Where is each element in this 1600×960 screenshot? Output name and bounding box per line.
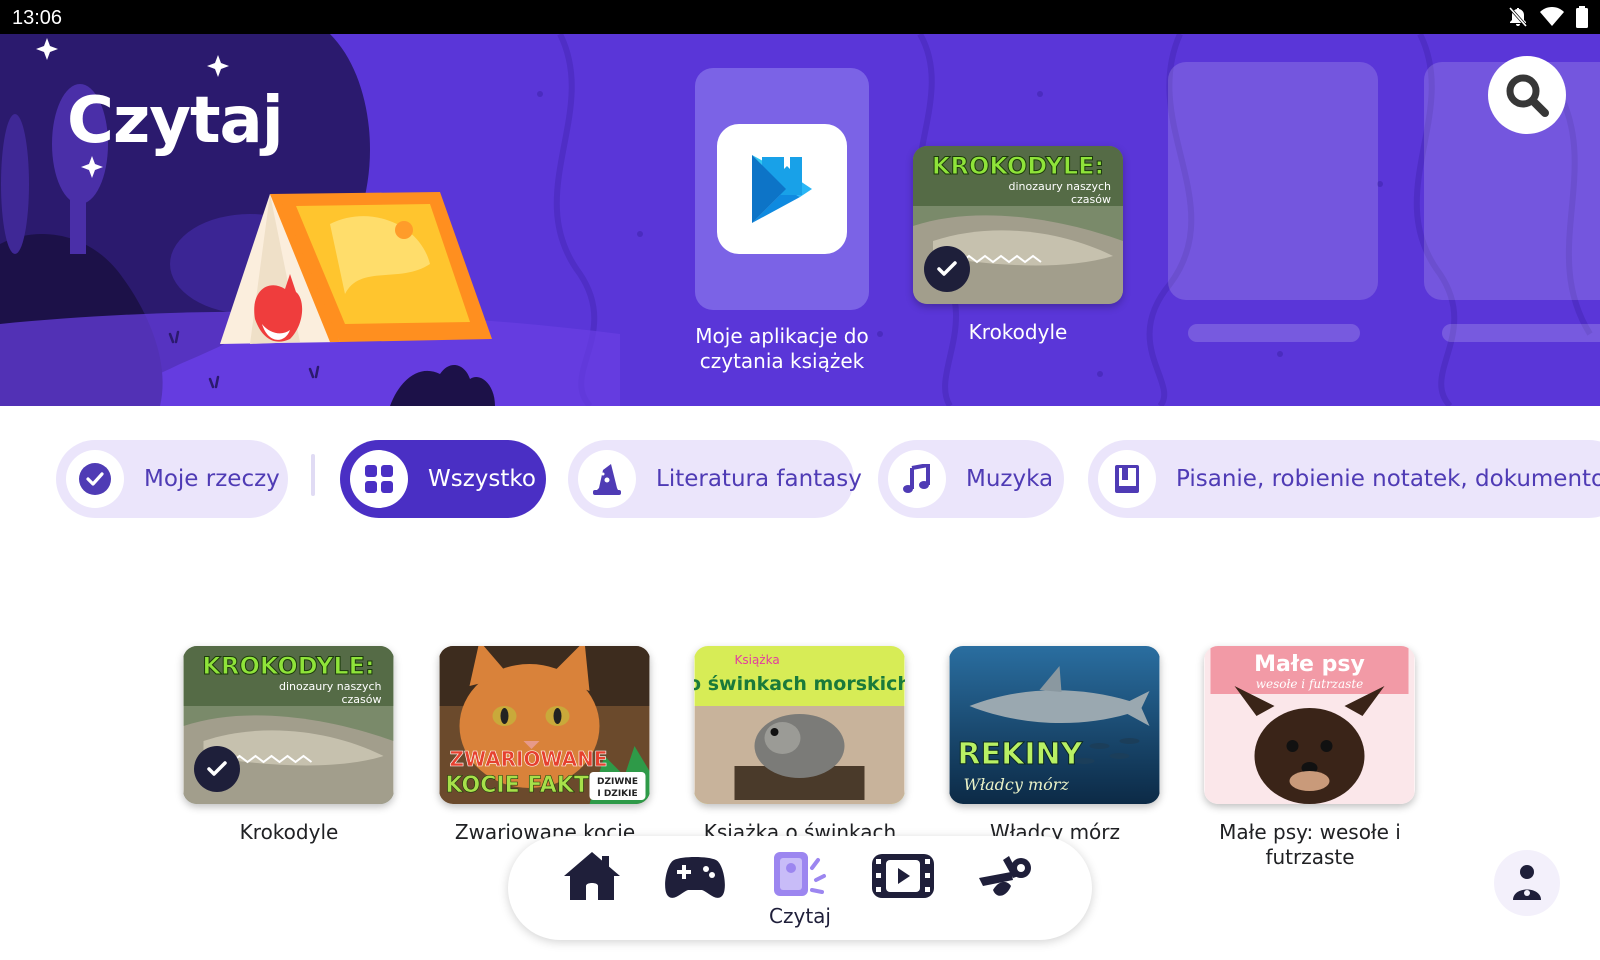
- chip-label: Pisanie, robienie notatek, dokumentowani…: [1176, 466, 1600, 492]
- book-label: Małe psy: wesołe i futrzaste: [1219, 820, 1401, 869]
- kocie-cover: ZWARIOWANE KOCIE FAKTY DZIWNE I DZIKIE: [439, 646, 650, 804]
- house-icon: [564, 852, 620, 900]
- book-tile-male-psy[interactable]: Małe psy wesołe i futrzaste: [1204, 646, 1415, 804]
- featured-krokodyle-label: Krokodyle: [968, 320, 1068, 344]
- chip-muzyka[interactable]: Muzyka: [878, 440, 1064, 518]
- person-icon: [1513, 865, 1541, 900]
- nav-video[interactable]: [858, 850, 948, 930]
- reading-apps-label: Moje aplikacje do czytania książek: [695, 324, 869, 373]
- create-icon: [979, 856, 1031, 896]
- music-note-icon: [903, 464, 930, 493]
- nav-games[interactable]: [650, 850, 740, 930]
- status-icons: [1508, 6, 1588, 28]
- page-title: Czytaj: [67, 84, 284, 158]
- profile-button[interactable]: [1494, 850, 1560, 916]
- check-circle-icon: [79, 463, 111, 495]
- play-books-app-icon: [717, 124, 847, 254]
- wizard-hat-icon: [593, 464, 621, 495]
- kocie-cover-line1: ZWARIOWANE: [450, 747, 608, 771]
- play-books-icon: [752, 155, 812, 223]
- nav-home[interactable]: [547, 850, 637, 930]
- nav-read[interactable]: Czytaj: [755, 850, 845, 930]
- bottom-navigation: Czytaj: [508, 836, 1092, 940]
- gamepad-icon: [665, 857, 725, 898]
- rekiny-cover-title: REKINY: [958, 737, 1084, 772]
- male-psy-cover-title: Małe psy: [1254, 652, 1365, 677]
- chip-divider: [311, 454, 315, 496]
- hero-banner: Czytaj Moje aplikacje do czytania książe…: [0, 34, 1600, 406]
- chip-label: Muzyka: [966, 466, 1054, 492]
- chip-label: Moje rzeczy: [144, 466, 280, 492]
- grid-icon: [365, 465, 393, 493]
- chip-icon-wrap: [578, 450, 636, 508]
- swinki-cover: Książka o świnkach morskich: [694, 646, 905, 804]
- placeholder-label: [1188, 324, 1360, 342]
- battery-icon: [1576, 6, 1588, 28]
- owned-badge: [194, 746, 240, 792]
- kocie-cover-badge2: I DZIKIE: [597, 789, 637, 799]
- chip-icon-wrap: [1098, 450, 1156, 508]
- chip-label: Literatura fantasy: [656, 466, 862, 492]
- book-tile-swinki[interactable]: Książka o świnkach morskich: [694, 646, 905, 804]
- reading-apps-card[interactable]: [695, 68, 869, 310]
- swinki-cover-top: Książka: [735, 653, 780, 667]
- rekiny-cover: REKINY Władcy mórz: [949, 646, 1160, 804]
- krokodyle-cover-sub1: dinozaury naszych: [1008, 180, 1111, 193]
- owned-badge: [924, 246, 970, 292]
- rekiny-cover-sub: Władcy mórz: [964, 775, 1070, 794]
- notifications-off-icon: [1508, 7, 1528, 27]
- chip-label: Wszystko: [428, 466, 536, 492]
- chip-icon-wrap: [66, 450, 124, 508]
- chip-literatura-fantasy[interactable]: Literatura fantasy: [568, 440, 862, 518]
- book-tile-kocie[interactable]: ZWARIOWANE KOCIE FAKTY DZIWNE I DZIKIE: [439, 646, 650, 804]
- swinki-cover-main: o świnkach morskich: [694, 673, 905, 695]
- chip-pisanie[interactable]: Pisanie, robienie notatek, dokumentowani…: [1088, 440, 1600, 518]
- kocie-cover-line2: KOCIE FAKTY: [446, 773, 606, 798]
- krokodyle-cover-sub2: czasów: [1071, 193, 1111, 206]
- chip-wszystko[interactable]: Wszystko: [340, 440, 546, 518]
- notebook-icon: [1115, 465, 1139, 493]
- placeholder-card: [1168, 62, 1378, 300]
- chip-moje-rzeczy[interactable]: Moje rzeczy: [56, 440, 288, 518]
- krokodyle-cover-sub1: dinozaury naszych: [279, 680, 382, 693]
- wifi-icon: [1540, 7, 1564, 26]
- check-icon: [937, 261, 957, 276]
- video-icon: [872, 854, 934, 898]
- kocie-cover-badge1: DZIWNE: [597, 777, 638, 787]
- placeholder-label: [1442, 324, 1600, 342]
- nav-create[interactable]: [960, 850, 1050, 930]
- nav-read-label: Czytaj: [769, 904, 831, 928]
- status-bar: 13:06: [0, 0, 1600, 34]
- krokodyle-cover-title: KROKODYLE:: [202, 652, 374, 680]
- male-psy-cover-sub: wesołe i futrzaste: [1256, 677, 1364, 691]
- placeholder-card: [1424, 62, 1600, 300]
- male-psy-cover: Małe psy wesołe i futrzaste: [1204, 646, 1415, 804]
- read-icon: [774, 852, 826, 896]
- book-label: Krokodyle: [239, 820, 339, 844]
- featured-book-krokodyle[interactable]: KROKODYLE: dinozaury naszych czasów: [913, 146, 1123, 304]
- krokodyle-cover-sub2: czasów: [341, 693, 381, 706]
- chip-icon-wrap: [888, 450, 946, 508]
- check-icon: [207, 761, 227, 776]
- chip-icon-wrap: [350, 450, 408, 508]
- book-tile-krokodyle[interactable]: KROKODYLE: dinozaury naszych czasów: [183, 646, 394, 804]
- krokodyle-cover-title: KROKODYLE:: [932, 152, 1104, 180]
- status-time: 13:06: [12, 7, 63, 29]
- book-tile-rekiny[interactable]: REKINY Władcy mórz: [949, 646, 1160, 804]
